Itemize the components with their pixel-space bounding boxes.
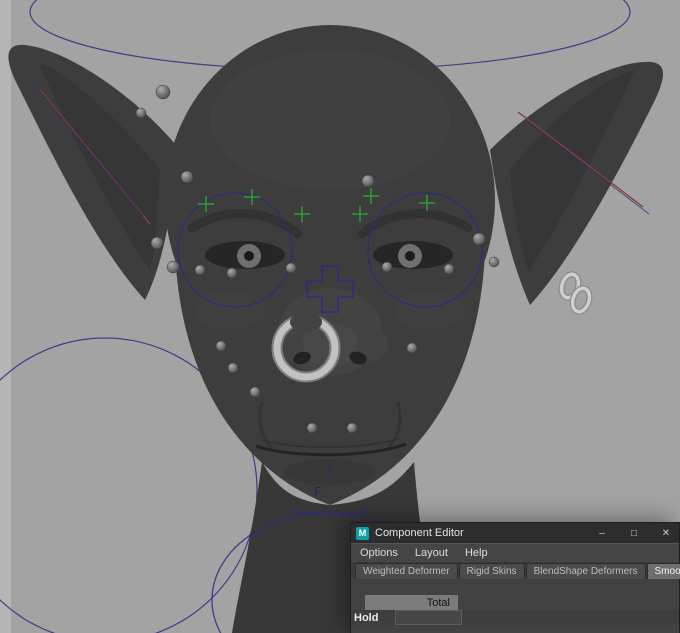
- component-table: Total Hold: [351, 579, 679, 633]
- right-eye-pupil: [405, 251, 415, 261]
- window-titlebar[interactable]: M Component Editor – □ ✕: [351, 523, 679, 543]
- joint-sphere[interactable]: [406, 342, 418, 354]
- menu-help[interactable]: Help: [465, 547, 488, 559]
- table-header-row: Total: [351, 595, 458, 610]
- tab-bar: Weighted Deformer Rigid Skins BlendShape…: [351, 562, 680, 579]
- tab-blendshape-deformers[interactable]: BlendShape Deformers: [525, 563, 646, 579]
- maya-logo-icon: M: [356, 526, 369, 540]
- joint-sphere[interactable]: [346, 422, 358, 434]
- minimize-button[interactable]: –: [589, 523, 615, 543]
- table-row-hold: Hold: [351, 610, 679, 625]
- close-button[interactable]: ✕: [653, 523, 679, 543]
- joint-sphere[interactable]: [180, 170, 194, 184]
- joint-sphere[interactable]: [215, 340, 227, 352]
- joint-sphere[interactable]: [443, 263, 455, 275]
- hold-value-cell[interactable]: [395, 610, 462, 625]
- tab-smooth-skins[interactable]: Smooth Skins: [646, 563, 680, 579]
- menu-bar: Options Layout Help: [351, 543, 679, 562]
- joint-sphere[interactable]: [249, 386, 261, 398]
- joint-sphere[interactable]: [227, 362, 239, 374]
- window-title: Component Editor: [375, 527, 464, 539]
- left-eye-pupil: [244, 251, 254, 261]
- viewport-left-edge: [0, 0, 11, 633]
- tab-rigid-skins[interactable]: Rigid Skins: [458, 563, 525, 579]
- joint-sphere[interactable]: [226, 267, 238, 279]
- joint-sphere[interactable]: [155, 84, 171, 100]
- tab-weighted-deformer[interactable]: Weighted Deformer: [355, 563, 458, 579]
- component-editor-window: M Component Editor – □ ✕ Options Layout …: [350, 522, 680, 633]
- joint-sphere[interactable]: [285, 262, 297, 274]
- joint-sphere[interactable]: [135, 107, 147, 119]
- column-header-total[interactable]: Total: [365, 595, 458, 610]
- right-cheek-highlight: [395, 290, 465, 330]
- forehead-highlight: [210, 50, 450, 190]
- joint-sphere[interactable]: [150, 236, 164, 250]
- joint-sphere[interactable]: [166, 260, 180, 274]
- joint-sphere[interactable]: [488, 256, 500, 268]
- rig-f-label[interactable]: F: [314, 484, 322, 499]
- menu-layout[interactable]: Layout: [415, 547, 448, 559]
- menu-options[interactable]: Options: [360, 547, 398, 559]
- joint-sphere[interactable]: [472, 232, 486, 246]
- joint-sphere[interactable]: [194, 264, 206, 276]
- joint-sphere[interactable]: [306, 422, 318, 434]
- table-corner-cell: [351, 595, 365, 610]
- left-cheek-highlight: [195, 290, 265, 330]
- joint-sphere[interactable]: [361, 174, 375, 188]
- maximize-button[interactable]: □: [621, 523, 647, 543]
- maya-application: F M Component Editor – □ ✕ Options Layou…: [0, 0, 680, 633]
- row-label-hold[interactable]: Hold: [351, 610, 395, 625]
- joint-sphere[interactable]: [381, 261, 393, 273]
